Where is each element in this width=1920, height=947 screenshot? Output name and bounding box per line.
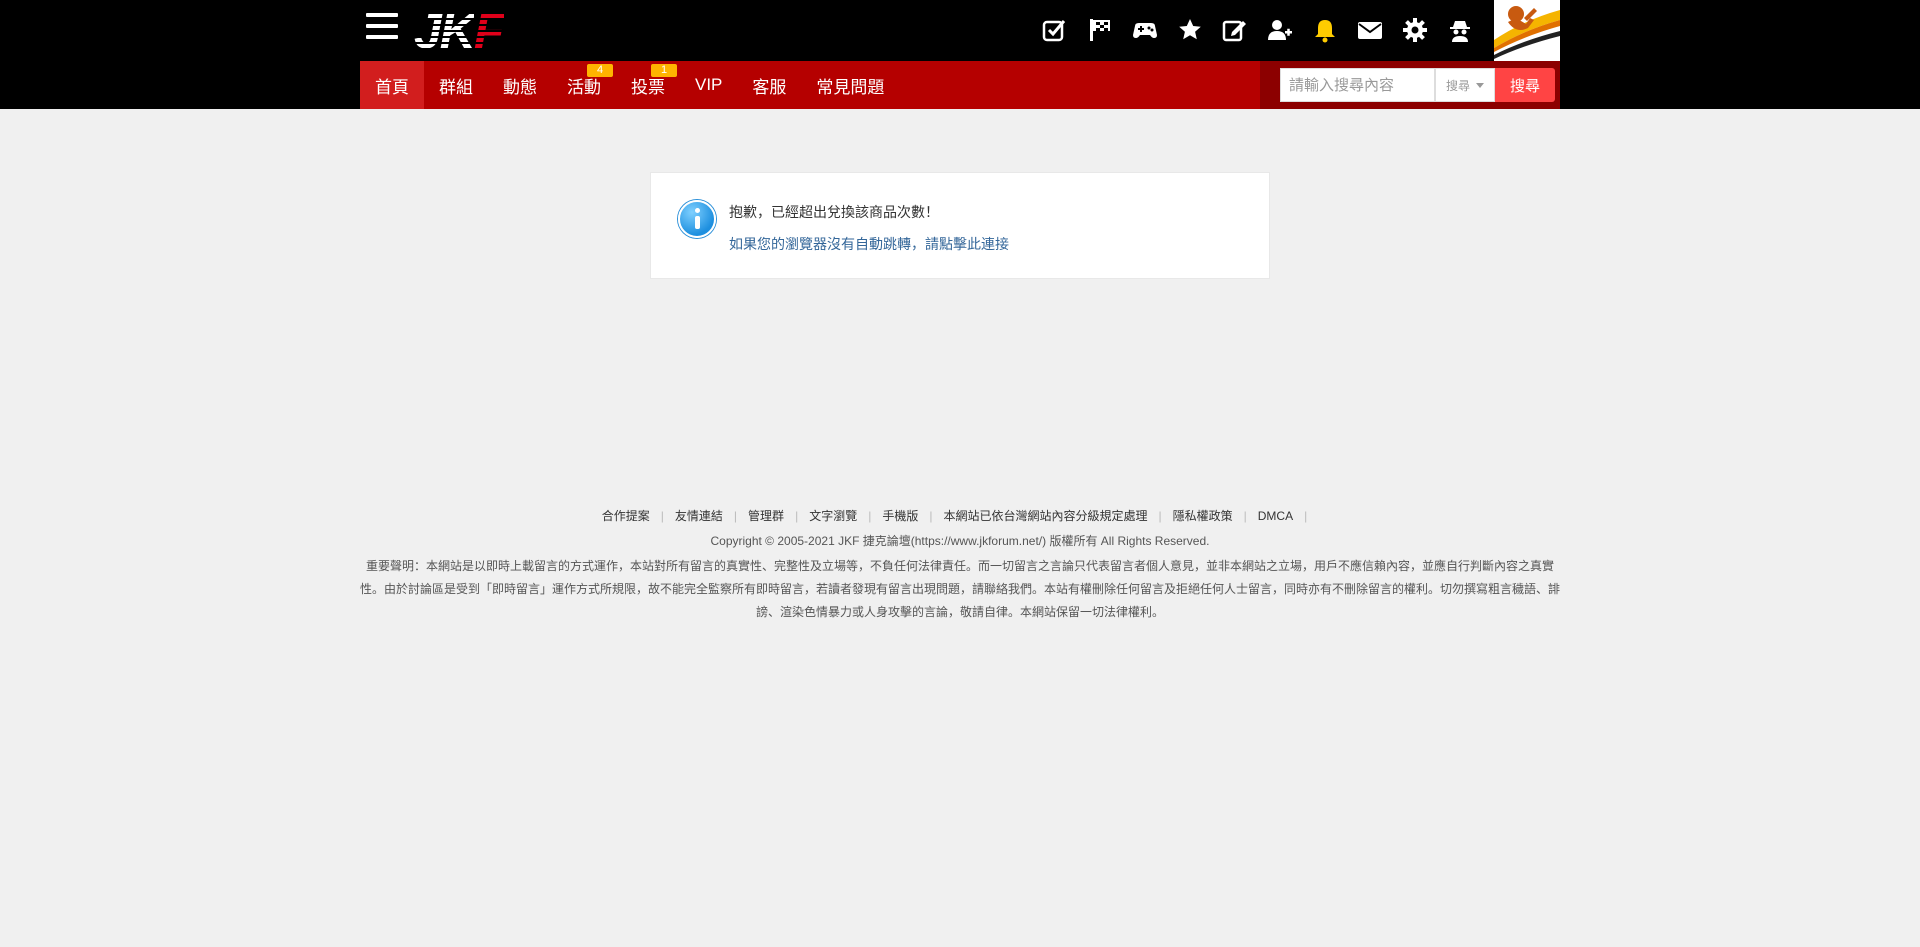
footer-link-privacy[interactable]: 隱私權政策	[1173, 509, 1233, 523]
gamepad-icon[interactable]	[1130, 15, 1160, 45]
nav-item-polls[interactable]: 投票 1	[616, 61, 680, 109]
top-bar: JK F	[0, 0, 1920, 61]
nav-item-label: 首頁	[375, 77, 409, 97]
header-icon-bar	[1040, 12, 1490, 48]
footer-separator: |	[868, 509, 872, 523]
nav-item-label: VIP	[695, 75, 723, 94]
nav-item-label: 動態	[503, 77, 537, 97]
gear-icon[interactable]	[1400, 15, 1430, 45]
footer-link-admins[interactable]: 管理群	[748, 509, 784, 523]
nav-item-label: 客服	[752, 77, 787, 97]
chevron-down-icon	[1476, 82, 1484, 88]
nav-item-home[interactable]: 首頁	[360, 61, 424, 109]
nav-item-label: 常見問題	[816, 77, 885, 97]
notice-message: 抱歉，已經超出兌換該商品次數！	[729, 204, 939, 220]
footer-separator: |	[733, 509, 738, 523]
site-logo[interactable]: JK F	[414, 3, 505, 59]
footer-separator: |	[929, 509, 933, 523]
footer-separator: |	[660, 509, 664, 523]
bell-icon[interactable]	[1310, 15, 1340, 45]
search-input[interactable]	[1280, 68, 1435, 102]
nav-item-feed[interactable]: 動態	[488, 61, 552, 109]
star-icon[interactable]	[1175, 15, 1205, 45]
hamburger-menu-icon[interactable]	[366, 13, 398, 39]
footer-links: 合作提案 | 友情連結 | 管理群 | 文字瀏覽 | 手機版 | 本網站已依台灣網站內容分級規定處理…	[0, 507, 1920, 524]
nav-item-faq[interactable]: 常見問題	[801, 61, 899, 109]
nav-item-events[interactable]: 活動 4	[552, 61, 616, 109]
footer-separator: |	[795, 509, 799, 523]
main-nav-bar: 首頁 群組 動態 活動4 投票1 VIP 客服 常見問題 搜尋 搜尋	[0, 61, 1920, 109]
nav-inner: 首頁 群組 動態 活動4 投票1 VIP 客服 常見問題 搜尋 搜尋	[360, 61, 1560, 109]
nav-item-support[interactable]: 客服	[737, 61, 801, 109]
footer-separator: |	[1243, 509, 1247, 523]
add-user-icon[interactable]	[1265, 15, 1295, 45]
footer-link-partnership[interactable]: 合作提案	[602, 509, 650, 523]
spy-icon[interactable]	[1445, 15, 1475, 45]
logo-text-jk: JK	[414, 3, 476, 59]
flag-icon[interactable]	[1085, 15, 1115, 45]
search-button[interactable]: 搜尋	[1495, 68, 1555, 102]
events-count-badge: 4	[587, 64, 613, 77]
nav-item-vip[interactable]: VIP	[680, 61, 737, 109]
footer-separator: |	[1158, 509, 1162, 523]
nav-item-label: 群組	[439, 77, 473, 97]
logo-text-f: F	[473, 3, 505, 59]
footer-link-mobile[interactable]: 手機版	[882, 509, 918, 523]
notice-box: 抱歉，已經超出兌換該商品次數！ 如果您的瀏覽器沒有自動跳轉，請點擊此連接	[650, 172, 1270, 279]
redirect-link[interactable]: 如果您的瀏覽器沒有自動跳轉，請點擊此連接	[729, 234, 1009, 254]
search-bar: 搜尋 搜尋	[1260, 61, 1560, 109]
footer-link-rating[interactable]: 本網站已依台灣網站內容分級規定處理	[943, 509, 1147, 523]
footer-separator: |	[1304, 509, 1308, 523]
footer-link-text-mode[interactable]: 文字瀏覽	[809, 509, 857, 523]
mail-icon[interactable]	[1355, 15, 1385, 45]
user-avatar[interactable]	[1494, 0, 1560, 61]
disclaimer-text: 重要聲明：本網站是以即時上載留言的方式運作，本站對所有留言的真實性、完整性及立場…	[360, 559, 1561, 619]
polls-count-badge: 1	[651, 64, 677, 77]
edit-icon[interactable]	[1220, 15, 1250, 45]
copyright-text: Copyright © 2005-2021 JKF 捷克論壇(https://w…	[710, 534, 1210, 548]
footer-link-dmca[interactable]: DMCA	[1258, 509, 1293, 523]
footer-link-friends[interactable]: 友情連結	[675, 509, 723, 523]
nav-items: 首頁 群組 動態 活動 4 投票 1 VIP 客服 常見問題	[360, 61, 899, 109]
search-type-label: 搜尋	[1445, 78, 1470, 93]
checkbox-icon[interactable]	[1040, 15, 1070, 45]
info-icon	[678, 200, 716, 238]
nav-item-groups[interactable]: 群組	[424, 61, 488, 109]
search-type-select[interactable]: 搜尋	[1435, 68, 1495, 102]
